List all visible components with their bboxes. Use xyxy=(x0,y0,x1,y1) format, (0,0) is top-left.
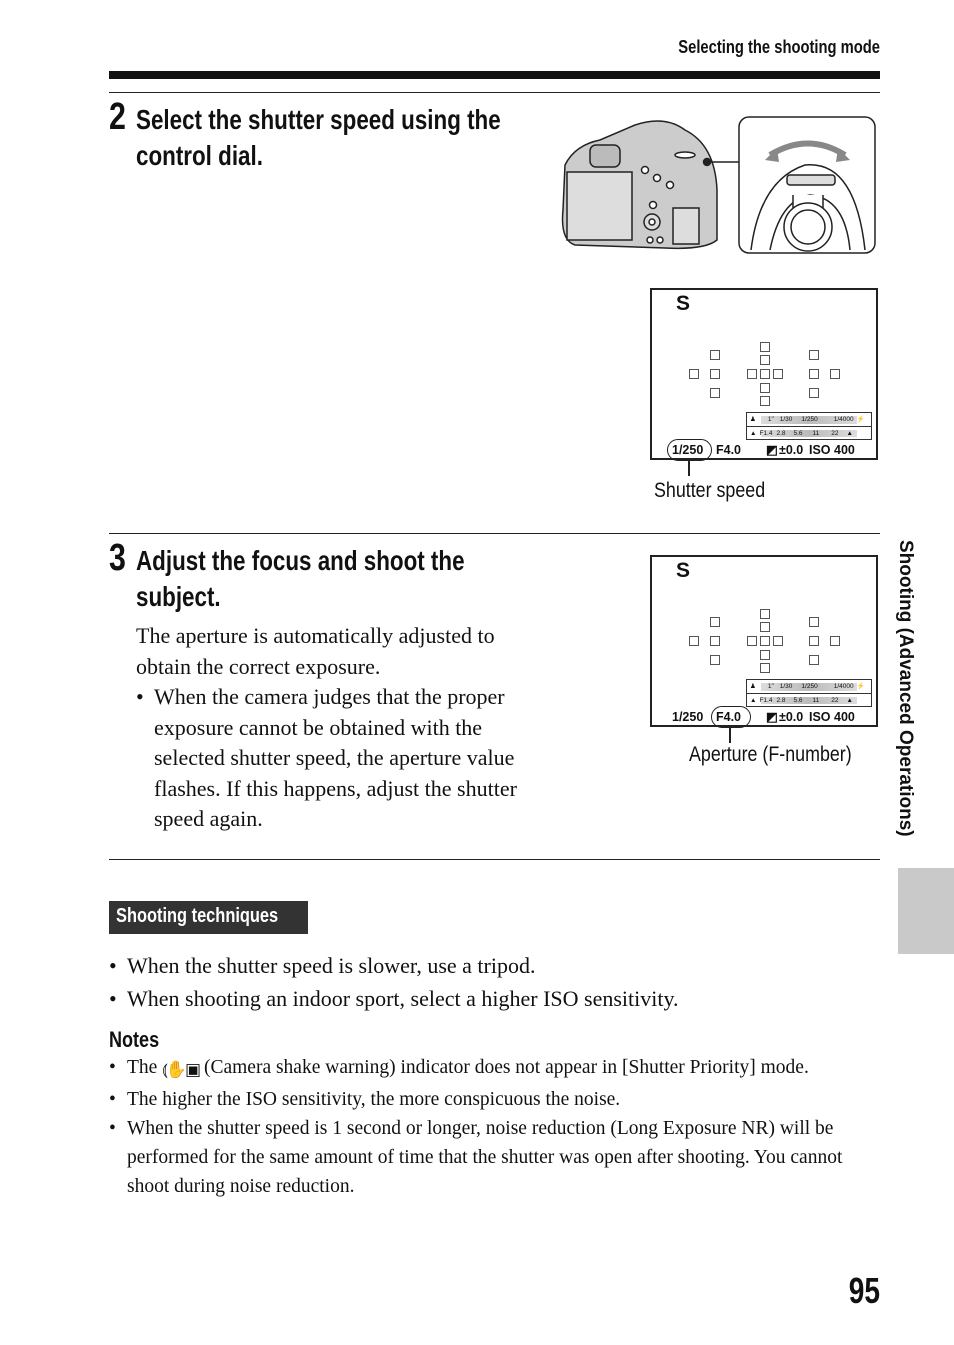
highlight-oval xyxy=(667,439,712,461)
divider xyxy=(109,92,880,93)
caption-text: Shutter speed xyxy=(654,479,766,502)
step-title: Select the shutter speed using the contr… xyxy=(136,102,592,174)
scale-label: 11 xyxy=(812,696,820,704)
leader-line xyxy=(688,460,690,476)
caption-text: Aperture (F-number) xyxy=(689,743,852,766)
step-title-line: subject. xyxy=(136,581,221,612)
note-item: When the shutter speed is 1 second or lo… xyxy=(109,1114,884,1201)
scale-label: 1/30 xyxy=(779,683,793,690)
viewfinder-display-aperture: S ♟ 1" 1/30 1/250 1/4000 ⚡ ▲ F1.4 2.8 5.… xyxy=(650,555,878,728)
scale-label: F1.4 xyxy=(759,429,773,437)
viewfinder-display-shutter: S ♟ 1" 1/30 1/250 1/4000 ⚡ ▲ F1.4 2.8 5.… xyxy=(650,288,878,461)
header-rule xyxy=(109,71,880,79)
shooting-techniques-badge: Shooting techniques xyxy=(109,901,308,934)
highlight-oval xyxy=(711,706,751,728)
page-number-text: 95 xyxy=(848,1270,880,1311)
camera-shake-warning-icon: ⦅✋▣ xyxy=(162,1060,201,1080)
step-number: 3 xyxy=(109,537,126,579)
page-number: 95 xyxy=(840,1270,880,1312)
scale-label: F1.4 xyxy=(759,696,773,704)
divider xyxy=(109,859,880,860)
body-paragraph: The aperture is automatically adjusted t… xyxy=(136,623,495,679)
mode-indicator: S xyxy=(676,292,691,315)
scale-label: 1" xyxy=(767,683,774,690)
mountain-icon: ▲ xyxy=(750,696,757,704)
scale-label: 11 xyxy=(812,429,820,437)
bullet-item: When the camera judges that the proper e… xyxy=(136,682,546,835)
camera-control-dial-illustration xyxy=(561,116,876,254)
note-item: The ⦅✋▣ (Camera shake warning) indicator… xyxy=(109,1053,884,1085)
step-body: The aperture is automatically adjusted t… xyxy=(136,621,546,835)
scale-label: 5.6 xyxy=(793,696,803,704)
control-dial-closeup xyxy=(738,116,876,254)
mountains-icon: ▲ xyxy=(846,429,853,437)
sport-icon: ⚡ xyxy=(856,416,865,423)
iso-value: ISO 400 xyxy=(809,443,855,457)
notes-list: The ⦅✋▣ (Camera shake warning) indicator… xyxy=(109,1053,884,1201)
mode-indicator: S xyxy=(676,559,691,582)
scale-label: 2.8 xyxy=(776,429,786,437)
scale-label: 1/30 xyxy=(779,416,793,423)
scale-label: 5.6 xyxy=(793,429,803,437)
bullet-item: When shooting an indoor sport, select a … xyxy=(109,983,889,1016)
step-bullets: When the camera judges that the proper e… xyxy=(136,682,546,835)
scale-label: 22 xyxy=(831,429,839,437)
step-title-line: control dial. xyxy=(136,140,263,171)
caption-aperture: Aperture (F-number) xyxy=(689,743,880,767)
scale-label: 1/250 xyxy=(801,416,818,423)
side-tab-marker xyxy=(898,868,954,954)
scale-label: 1/250 xyxy=(801,683,818,690)
step-title: Adjust the focus and shoot the subject. xyxy=(136,543,547,615)
scale-label: 2.8 xyxy=(776,696,786,704)
iso-value: ISO 400 xyxy=(809,710,855,724)
exposure-comp-icon: ◩ xyxy=(766,710,778,724)
divider xyxy=(109,533,880,534)
exposure-comp-value: ±0.0 xyxy=(779,443,804,457)
notes-heading: Notes xyxy=(109,1027,170,1053)
caption-shutter-speed: Shutter speed xyxy=(654,479,785,503)
note-item: The higher the ISO sensitivity, the more… xyxy=(109,1085,884,1114)
leader-line xyxy=(729,727,731,743)
mountains-icon: ▲ xyxy=(846,696,853,704)
mountain-icon: ▲ xyxy=(750,429,757,437)
step-title-line: Select the shutter speed using the xyxy=(136,104,501,135)
step-title-line: Adjust the focus and shoot the xyxy=(136,545,465,576)
sport-icon: ⚡ xyxy=(856,683,865,690)
side-tab-text: Shooting (Advanced Operations) xyxy=(895,540,916,837)
scale-label: 1/4000 xyxy=(833,683,854,690)
shutter-speed-value: 1/250 xyxy=(672,710,704,724)
section-side-tab: Shooting (Advanced Operations) xyxy=(880,540,920,880)
running-head: Selecting the shooting mode xyxy=(560,37,880,58)
person-icon: ♟ xyxy=(750,416,756,423)
note-prefix: The xyxy=(127,1057,158,1078)
exposure-comp-value: ±0.0 xyxy=(779,710,804,724)
exposure-scale: ♟ 1" 1/30 1/250 1/4000 ⚡ ▲ F1.4 2.8 5.6 … xyxy=(746,412,872,440)
notes-heading-text: Notes xyxy=(109,1027,160,1052)
badge-text: Shooting techniques xyxy=(116,905,279,927)
running-head-text: Selecting the shooting mode xyxy=(678,37,880,57)
scale-label: 1/4000 xyxy=(833,416,854,423)
note-text: (Camera shake warning) indicator does no… xyxy=(203,1057,809,1078)
person-icon: ♟ xyxy=(750,683,756,690)
techniques-list: When the shutter speed is slower, use a … xyxy=(109,950,889,1015)
exposure-comp-icon: ◩ xyxy=(766,443,778,457)
step-number: 2 xyxy=(109,96,126,138)
bullet-item: When the shutter speed is slower, use a … xyxy=(109,950,889,983)
exposure-scale: ♟ 1" 1/30 1/250 1/4000 ⚡ ▲ F1.4 2.8 5.6 … xyxy=(746,679,872,707)
camera-body-icon xyxy=(561,120,718,250)
scale-label: 1" xyxy=(767,416,774,423)
scale-label: 22 xyxy=(831,696,839,704)
aperture-value: F4.0 xyxy=(716,443,742,457)
